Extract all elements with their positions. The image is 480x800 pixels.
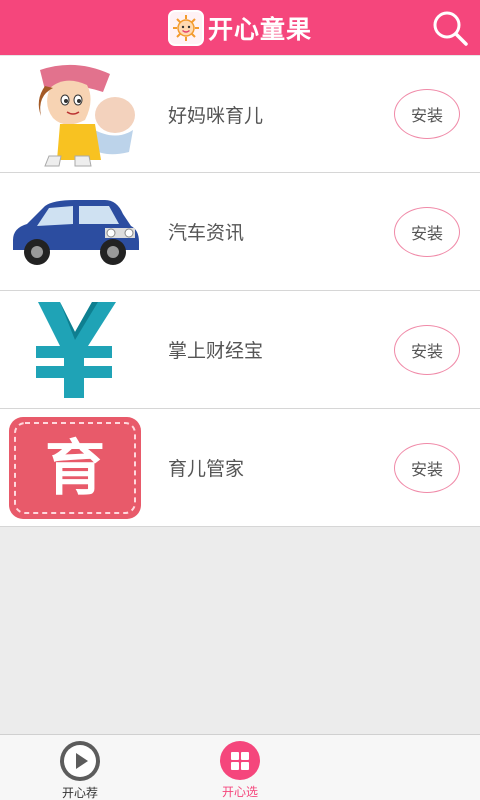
yen-icon <box>2 295 147 405</box>
list-item[interactable]: 好妈咪育儿 安装 <box>0 55 480 173</box>
grid-icon <box>220 741 260 780</box>
sun-face-icon <box>167 9 204 46</box>
app-brand: 开心童果 <box>167 9 312 46</box>
yu-glyph: 育 <box>45 434 105 504</box>
bottom-tabbar: 开心荐 开心选 <box>0 734 480 800</box>
app-name: 好妈咪育儿 <box>168 104 264 127</box>
install-button[interactable]: 安装 <box>394 442 460 493</box>
install-button[interactable]: 安装 <box>394 324 460 375</box>
app-title: 开心童果 <box>207 14 312 44</box>
car-icon <box>2 177 147 287</box>
tab-label: 开心荐 <box>61 786 98 800</box>
list-item[interactable]: 掌上财经宝 安装 <box>0 291 480 409</box>
app-name: 育儿管家 <box>168 458 245 480</box>
play-icon <box>60 741 100 781</box>
search-icon <box>433 11 468 46</box>
yu-character-icon: 育 <box>2 413 147 523</box>
tab-select[interactable]: 开心选 <box>160 735 320 800</box>
mom-baby-thumbnail <box>2 59 147 169</box>
search-button[interactable] <box>428 6 472 50</box>
tab-label: 开心选 <box>221 785 258 799</box>
app-name: 掌上财经宝 <box>168 340 264 362</box>
app-name: 汽车资讯 <box>168 222 245 244</box>
list-item[interactable]: 汽车资讯 安装 <box>0 173 480 291</box>
header-bar: 开心童果 <box>0 0 480 55</box>
app-list: 好妈咪育儿 安装 汽车资讯 安装 掌上财经宝 安装 育 育儿管家 安装 <box>0 55 480 527</box>
install-button[interactable]: 安装 <box>394 206 460 257</box>
tab-recommend[interactable]: 开心荐 <box>0 735 160 800</box>
list-item[interactable]: 育 育儿管家 安装 <box>0 409 480 527</box>
install-button[interactable]: 安装 <box>394 89 460 139</box>
